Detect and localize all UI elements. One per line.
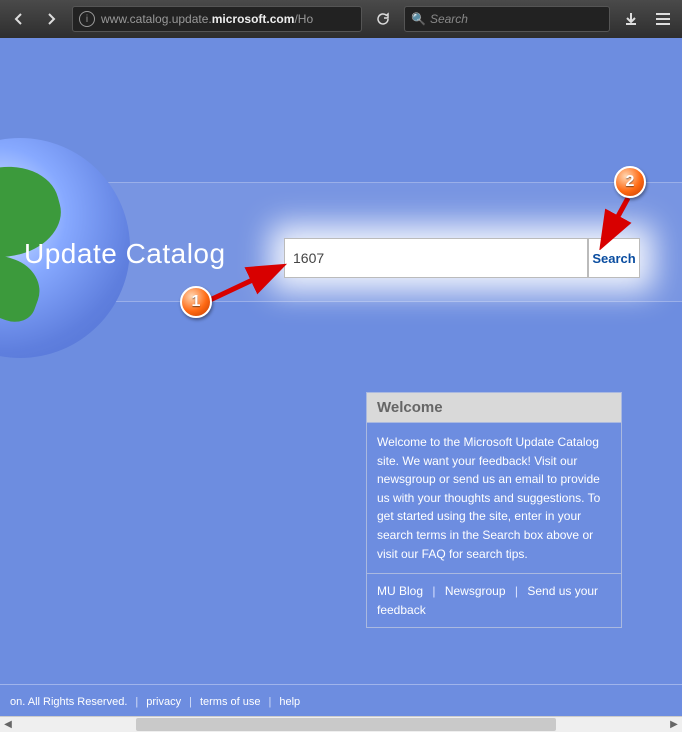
welcome-heading: Welcome <box>367 393 621 423</box>
annotation-arrow-1 <box>206 262 288 304</box>
catalog-search: Search <box>284 238 640 278</box>
url-bar[interactable]: i www.catalog.update.microsoft.com/Ho <box>72 6 362 32</box>
horizontal-scrollbar[interactable]: ◀ ▶ <box>0 716 682 732</box>
reload-button[interactable] <box>368 5 398 33</box>
scroll-thumb[interactable] <box>136 718 556 731</box>
back-button[interactable] <box>4 5 34 33</box>
mu-blog-link[interactable]: MU Blog <box>377 584 423 598</box>
browser-search-input[interactable]: 🔍 Search <box>404 6 610 32</box>
terms-link[interactable]: terms of use <box>200 696 261 708</box>
search-icon: 🔍 <box>411 12 426 26</box>
footer: on. All Rights Reserved. | privacy | ter… <box>0 684 682 718</box>
privacy-link[interactable]: privacy <box>146 696 181 708</box>
info-icon: i <box>79 11 95 27</box>
annotation-badge-2: 2 <box>614 166 646 198</box>
scroll-left-button[interactable]: ◀ <box>0 717 16 732</box>
help-link[interactable]: help <box>279 696 300 708</box>
scroll-track[interactable] <box>16 717 666 732</box>
scroll-right-button[interactable]: ▶ <box>666 717 682 732</box>
copyright-text: on. All Rights Reserved. <box>10 696 127 708</box>
catalog-search-input[interactable] <box>284 238 588 278</box>
welcome-links: MU Blog | Newsgroup | Send us your feedb… <box>367 574 621 627</box>
annotation-badge-1: 1 <box>180 286 212 318</box>
menu-button[interactable] <box>648 5 678 33</box>
downloads-button[interactable] <box>616 5 646 33</box>
page-content: Update Catalog Search Welcome Welcome to… <box>0 38 682 732</box>
page-title: Update Catalog <box>24 238 226 270</box>
browser-toolbar: i www.catalog.update.microsoft.com/Ho 🔍 … <box>0 0 682 38</box>
forward-button[interactable] <box>36 5 66 33</box>
annotation-arrow-2 <box>596 194 636 250</box>
welcome-panel: Welcome Welcome to the Microsoft Update … <box>366 392 622 628</box>
newsgroup-link[interactable]: Newsgroup <box>445 584 506 598</box>
welcome-text: Welcome to the Microsoft Update Catalog … <box>367 423 621 574</box>
